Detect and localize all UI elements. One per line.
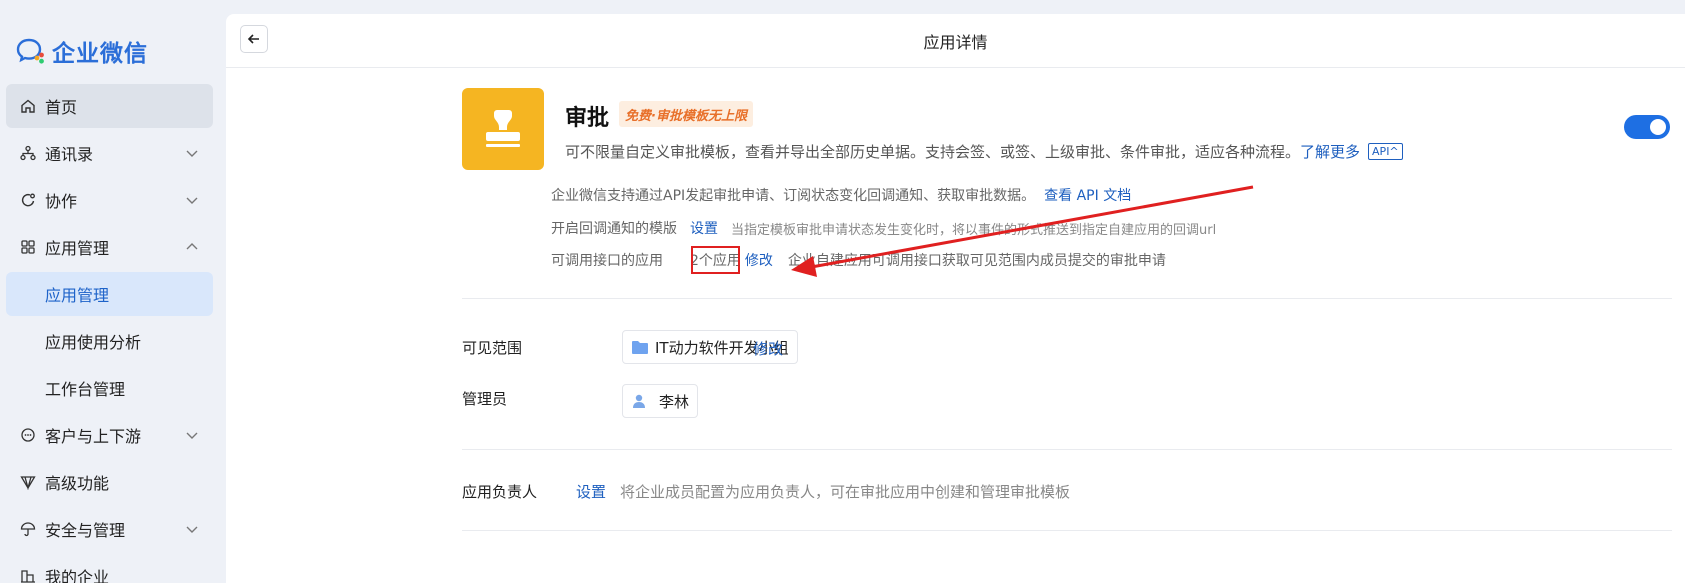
umbrella-icon <box>20 521 36 537</box>
sidebar-item-contacts[interactable]: 通讯录 <box>6 131 213 175</box>
owner-label: 应用负责人 <box>462 483 538 501</box>
section-divider <box>462 449 1672 450</box>
section-divider <box>462 530 1672 531</box>
sidebar: 企业微信 首页 通讯录 协作 应用管理 应用管理 应用使用分析 工作台管理 客户… <box>0 0 226 583</box>
app-name: 审批 <box>565 106 610 131</box>
chevron-down-icon <box>186 526 198 533</box>
app-description-text: 可不限量自定义审批模板，查看并导出全部历史单据。支持会签、或签、上级审批、条件审… <box>565 143 1301 161</box>
chat-bubble-icon <box>20 427 36 443</box>
sidebar-item-advanced[interactable]: 高级功能 <box>6 460 213 504</box>
owner-hint: 将企业成员配置为应用负责人，可在审批应用中创建和管理审批模板 <box>620 483 1071 501</box>
api-intro-row: 企业微信支持通过API发起审批申请、订阅状态变化回调通知、获取审批数据。 查看 … <box>551 185 1131 205</box>
pricing-badge: 免费·审批模板无上限 <box>619 101 753 127</box>
sidebar-item-label: 应用使用分析 <box>45 333 142 352</box>
grid-icon <box>20 239 36 255</box>
stamp-icon <box>486 110 520 147</box>
sidebar-item-customers[interactable]: 客户与上下游 <box>6 413 213 457</box>
sidebar-item-app-management[interactable]: 应用管理 <box>6 225 213 269</box>
api-tag-toggle[interactable]: API^ <box>1368 143 1403 160</box>
app-enable-toggle[interactable] <box>1624 115 1670 139</box>
callback-hint: 当指定模板审批申请状态发生变化时，将以事件的形式推送到指定自建应用的回调url <box>731 222 1217 238</box>
api-doc-link[interactable]: 查看 API 文档 <box>1044 185 1131 205</box>
visibility-label: 可见范围 <box>462 339 523 357</box>
sidebar-item-label: 协作 <box>45 192 78 211</box>
sidebar-item-label: 应用管理 <box>45 239 110 258</box>
chevron-down-icon <box>186 432 198 439</box>
sidebar-item-security[interactable]: 安全与管理 <box>6 507 213 551</box>
highlight-box <box>691 246 740 274</box>
folder-icon <box>632 340 648 354</box>
main-panel: 应用详情 审批 免费·审批模板无上限 可不限量自定义审批模板，查看并导出全部历史… <box>226 14 1685 583</box>
collaboration-icon <box>20 192 36 208</box>
callback-settings-link[interactable]: 设置 <box>690 218 718 238</box>
api-intro-text: 企业微信支持通过API发起审批申请、订阅状态变化回调通知、获取审批数据。 <box>551 188 1036 204</box>
callback-row: 开启回调通知的模版 设置 当指定模板审批申请状态发生变化时，将以事件的形式推送到… <box>551 218 1216 238</box>
sidebar-item-label: 高级功能 <box>45 474 110 493</box>
brand-name: 企业微信 <box>52 41 148 67</box>
wecom-logo-icon <box>16 38 44 64</box>
admin-value: 李林 <box>659 392 690 411</box>
learn-more-link[interactable]: 了解更多 <box>1300 141 1360 162</box>
visibility-edit-link[interactable]: 修改 <box>753 338 783 359</box>
sidebar-subitem-app-management[interactable]: 应用管理 <box>6 272 213 316</box>
sidebar-item-label: 客户与上下游 <box>45 427 142 446</box>
owner-settings-link[interactable]: 设置 <box>576 481 606 502</box>
sidebar-nav: 首页 通讯录 协作 应用管理 应用管理 应用使用分析 工作台管理 客户与上下游 … <box>6 84 213 583</box>
sidebar-subitem-workbench-management[interactable]: 工作台管理 <box>6 366 213 410</box>
home-icon <box>20 98 36 114</box>
sidebar-item-label: 安全与管理 <box>45 521 126 540</box>
callable-apps-hint: 企业自建应用可调用接口获取可见范围内成员提交的审批申请 <box>787 253 1166 269</box>
sidebar-item-collaboration[interactable]: 协作 <box>6 178 213 222</box>
admin-chip[interactable]: 李林 <box>622 384 699 418</box>
chevron-down-icon <box>186 197 198 204</box>
sidebar-item-label: 首页 <box>45 98 78 117</box>
sidebar-item-my-enterprise[interactable]: 我的企业 <box>6 554 213 583</box>
callable-apps-edit-link[interactable]: 修改 <box>745 250 773 270</box>
sidebar-item-home[interactable]: 首页 <box>6 84 213 128</box>
callable-apps-label: 可调用接口的应用 <box>551 253 663 269</box>
sidebar-item-label: 应用管理 <box>45 286 110 305</box>
brand-logo[interactable]: 企业微信 <box>16 34 148 68</box>
diamond-icon <box>20 474 36 490</box>
section-divider <box>462 298 1672 299</box>
building-icon <box>20 568 36 583</box>
top-bar: 应用详情 <box>226 14 1685 68</box>
sidebar-item-label: 工作台管理 <box>45 380 126 399</box>
approval-app-icon <box>462 88 544 170</box>
sidebar-item-label: 通讯录 <box>45 145 94 164</box>
app-description: 可不限量自定义审批模板，查看并导出全部历史单据。支持会签、或签、上级审批、条件审… <box>565 141 1403 162</box>
org-chart-icon <box>20 145 36 161</box>
admin-label: 管理员 <box>462 390 508 408</box>
sidebar-subitem-app-usage-analysis[interactable]: 应用使用分析 <box>6 319 213 363</box>
callable-apps-row: 可调用接口的应用 2个应用 修改 企业自建应用可调用接口获取可见范围内成员提交的… <box>551 250 1166 270</box>
chevron-up-icon <box>186 243 198 250</box>
chevron-down-icon <box>186 150 198 157</box>
sidebar-item-label: 我的企业 <box>45 568 110 583</box>
page-title: 应用详情 <box>923 33 988 52</box>
user-icon <box>633 394 645 408</box>
callback-label: 开启回调通知的模版 <box>551 221 677 237</box>
